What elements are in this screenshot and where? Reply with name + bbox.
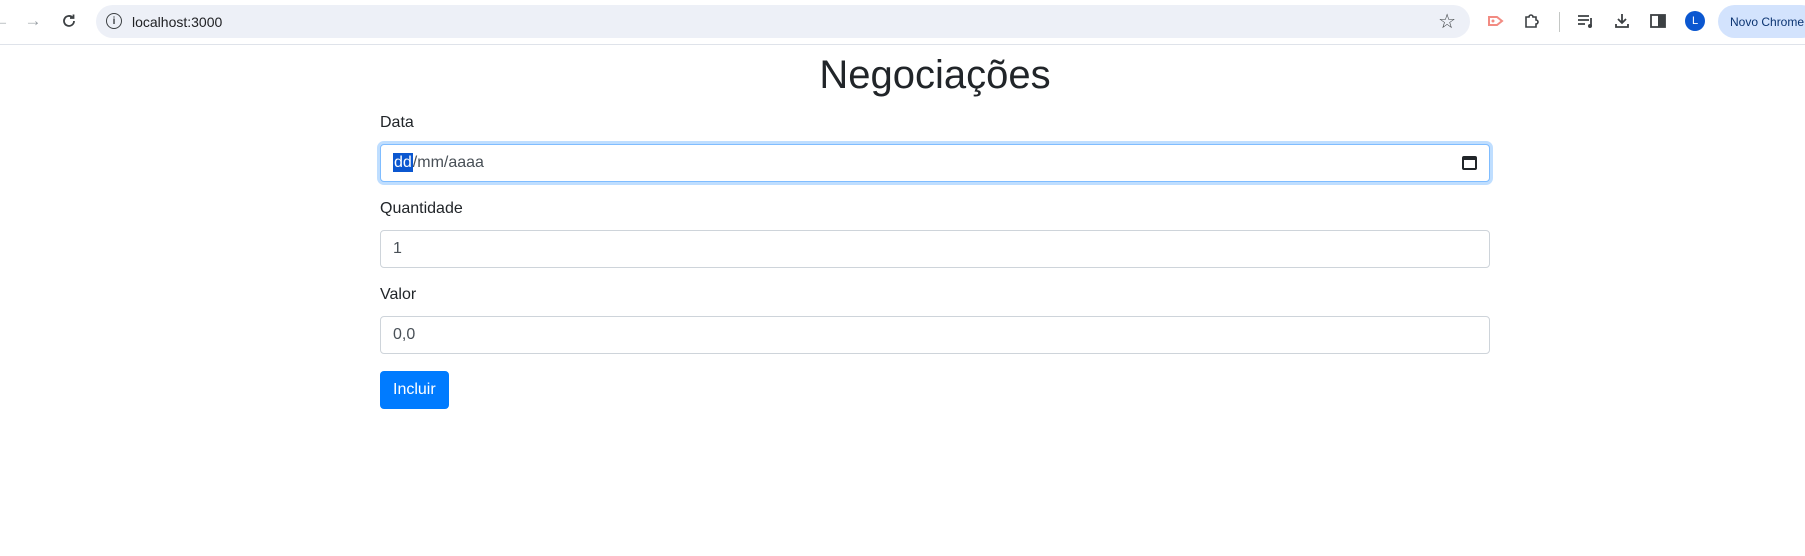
side-panel-icon[interactable]: [1646, 9, 1670, 33]
browser-toolbar: ← → i localhost:3000 ☆ L Novo Chrome: [0, 0, 1805, 45]
calendar-icon[interactable]: [1462, 156, 1477, 170]
extension-red-icon[interactable]: [1484, 9, 1508, 33]
page-title: Negociações: [819, 53, 1051, 97]
profile-avatar[interactable]: L: [1685, 11, 1705, 31]
date-label: Data: [380, 114, 414, 131]
download-icon[interactable]: [1610, 9, 1634, 33]
date-day-segment[interactable]: dd: [393, 153, 413, 172]
quantity-label: Quantidade: [380, 200, 463, 217]
star-icon[interactable]: ☆: [1438, 9, 1456, 34]
address-bar[interactable]: i localhost:3000 ☆: [96, 5, 1470, 38]
profile-button[interactable]: Novo Chrome: [1718, 5, 1805, 38]
back-icon[interactable]: ←: [0, 8, 14, 34]
quantity-input[interactable]: 1: [380, 230, 1490, 268]
puzzle-icon[interactable]: [1520, 9, 1544, 33]
reading-list-icon[interactable]: [1574, 9, 1598, 33]
include-button[interactable]: Incluir: [380, 371, 449, 409]
value-label: Valor: [380, 286, 417, 303]
url-text[interactable]: localhost:3000: [132, 14, 222, 30]
page-content: Negociações Data dd/mm/aaaa Quantidade 1…: [380, 45, 1490, 409]
date-input[interactable]: dd/mm/aaaa: [380, 144, 1490, 182]
info-icon[interactable]: i: [106, 13, 122, 29]
forward-icon[interactable]: →: [20, 8, 46, 34]
quantity-group: Quantidade 1: [380, 199, 1490, 268]
value-group: Valor 0,0: [380, 285, 1490, 354]
date-group: Data dd/mm/aaaa: [380, 113, 1490, 182]
reload-icon[interactable]: [56, 8, 82, 34]
date-rest-segment[interactable]: /mm/aaaa: [413, 154, 484, 171]
value-input[interactable]: 0,0: [380, 316, 1490, 354]
toolbar-divider: [1559, 12, 1560, 32]
